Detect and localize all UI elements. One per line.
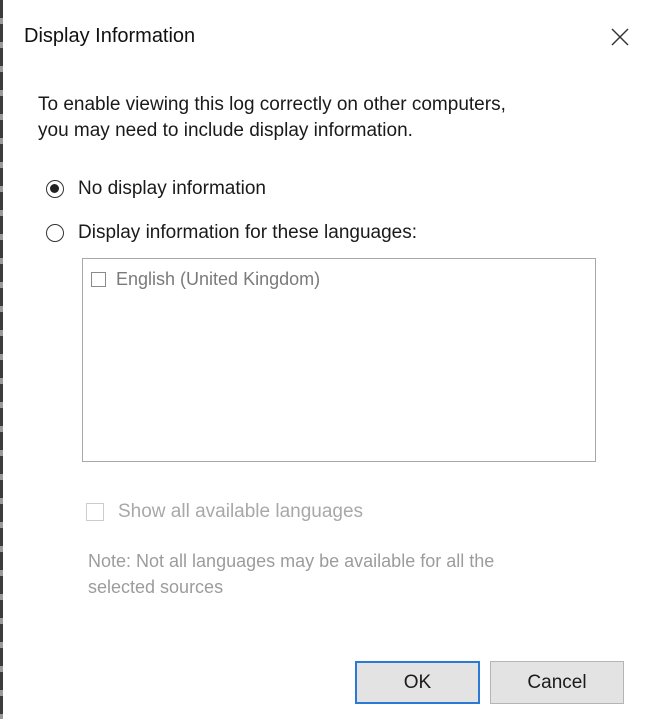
show-all-label: Show all available languages [118, 501, 364, 522]
language-label: English (United Kingdom) [116, 269, 321, 289]
show-all-checkbox-box[interactable] [86, 503, 104, 521]
list-item-language[interactable]: English (United Kingdom) [91, 269, 320, 290]
close-icon [611, 28, 629, 46]
ok-button[interactable]: OK [355, 661, 480, 704]
note-line-2: selected sources [88, 577, 224, 597]
language-list[interactable]: English (United Kingdom) [82, 258, 596, 462]
intro-line-2: you may need to include display informat… [38, 120, 413, 141]
radio-display-languages[interactable]: Display information for these languages: [46, 222, 417, 244]
close-button[interactable] [604, 21, 636, 53]
radio-button-selected[interactable] [46, 180, 64, 198]
radio-no-display-label: No display information [78, 178, 266, 199]
intro-line-1: To enable viewing this log correctly on … [38, 94, 506, 115]
dialog-title: Display Information [24, 25, 196, 47]
language-checkbox[interactable] [91, 272, 106, 287]
show-all-languages-checkbox[interactable]: Show all available languages [86, 501, 363, 523]
note-line-1: Note: Not all languages may be available… [88, 551, 495, 571]
radio-no-display[interactable]: No display information [46, 178, 266, 200]
window-left-border [0, 0, 3, 719]
note-text: Note: Not all languages may be available… [88, 548, 598, 600]
radio-button-unselected[interactable] [46, 224, 64, 242]
intro-text: To enable viewing this log correctly on … [38, 92, 618, 144]
radio-display-languages-label: Display information for these languages: [78, 222, 418, 243]
cancel-button[interactable]: Cancel [490, 661, 624, 704]
